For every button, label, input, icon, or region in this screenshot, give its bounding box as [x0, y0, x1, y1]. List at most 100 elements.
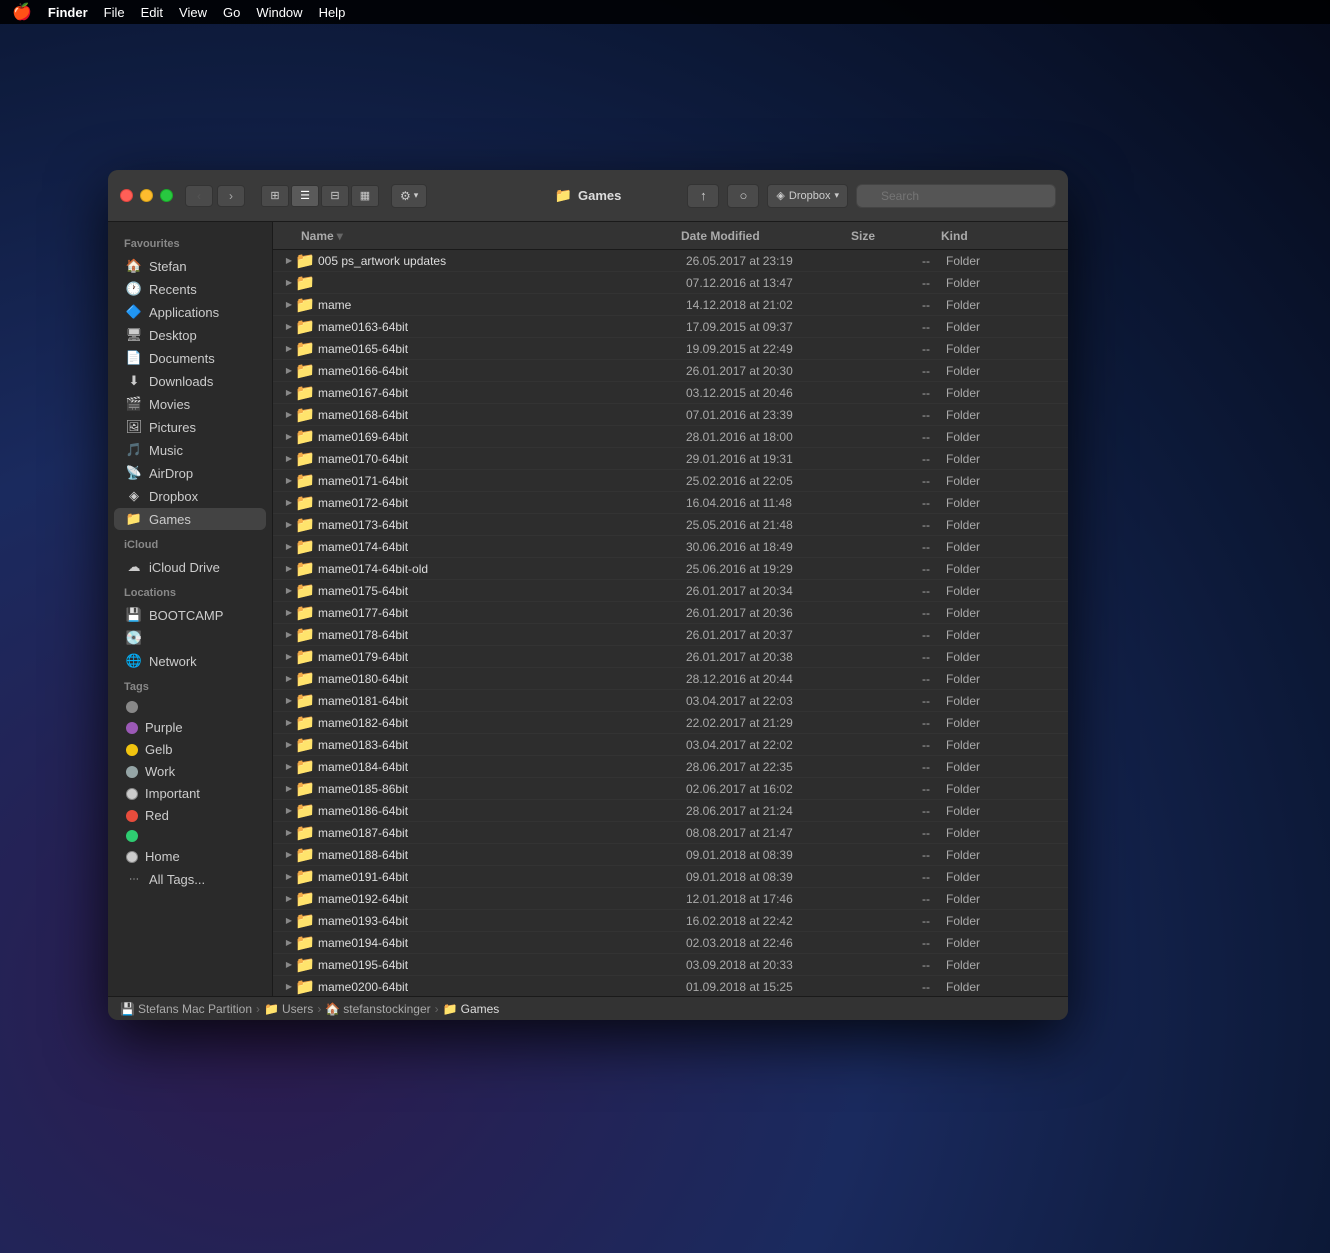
table-row[interactable]: ▶ 📁 mame0166-64bit 26.01.2017 at 20:30 -…: [273, 360, 1068, 382]
sidebar-item-games[interactable]: 📁 Games: [114, 508, 266, 530]
sidebar-item-home[interactable]: 🏠 Stefan: [114, 255, 266, 277]
sidebar-item-downloads[interactable]: ⬇ Downloads: [114, 370, 266, 392]
fullscreen-button[interactable]: [160, 189, 173, 202]
table-row[interactable]: ▶ 📁 mame0182-64bit 22.02.2017 at 21:29 -…: [273, 712, 1068, 734]
table-row[interactable]: ▶ 📁 mame0175-64bit 26.01.2017 at 20:34 -…: [273, 580, 1068, 602]
table-row[interactable]: ▶ 📁 07.12.2016 at 13:47 -- Folder: [273, 272, 1068, 294]
recents-icon: 🕐: [126, 281, 142, 297]
file-name: mame0181-64bit: [318, 694, 686, 708]
finder-menu[interactable]: Finder: [48, 5, 88, 20]
sidebar-item-disk[interactable]: 💽: [114, 627, 266, 649]
sidebar-item-tag-purple[interactable]: Purple: [114, 717, 266, 738]
sidebar-item-tag-red[interactable]: Red: [114, 805, 266, 826]
gallery-view-button[interactable]: ▦: [351, 185, 379, 207]
table-row[interactable]: ▶ 📁 mame0186-64bit 28.06.2017 at 21:24 -…: [273, 800, 1068, 822]
table-row[interactable]: ▶ 📁 mame0171-64bit 25.02.2016 at 22:05 -…: [273, 470, 1068, 492]
sidebar-item-tag-home[interactable]: Home: [114, 846, 266, 867]
table-row[interactable]: ▶ 📁 mame0174-64bit-old 25.06.2016 at 19:…: [273, 558, 1068, 580]
file-size: --: [856, 914, 946, 928]
icon-view-button[interactable]: ⊞: [261, 185, 289, 207]
table-row[interactable]: ▶ 📁 mame0192-64bit 12.01.2018 at 17:46 -…: [273, 888, 1068, 910]
table-row[interactable]: ▶ 📁 mame0179-64bit 26.01.2017 at 20:38 -…: [273, 646, 1068, 668]
close-button[interactable]: [120, 189, 133, 202]
sidebar-item-all-tags[interactable]: ⋯ All Tags...: [114, 868, 266, 890]
back-button[interactable]: ‹: [185, 185, 213, 207]
table-row[interactable]: ▶ 📁 mame0185-86bit 02.06.2017 at 16:02 -…: [273, 778, 1068, 800]
sidebar-item-label: Stefan: [149, 259, 187, 274]
column-modified-header[interactable]: Date Modified: [681, 229, 851, 243]
table-row[interactable]: ▶ 📁 mame0168-64bit 07.01.2016 at 23:39 -…: [273, 404, 1068, 426]
help-menu[interactable]: Help: [319, 5, 346, 20]
sidebar-item-applications[interactable]: 🔷 Applications: [114, 301, 266, 323]
table-row[interactable]: ▶ 📁 mame0165-64bit 19.09.2015 at 22:49 -…: [273, 338, 1068, 360]
table-row[interactable]: ▶ 📁 mame 14.12.2018 at 21:02 -- Folder: [273, 294, 1068, 316]
sidebar-item-airdrop[interactable]: 📡 AirDrop: [114, 462, 266, 484]
table-row[interactable]: ▶ 📁 mame0191-64bit 09.01.2018 at 08:39 -…: [273, 866, 1068, 888]
sidebar-item-pictures[interactable]: 🖼 Pictures: [114, 416, 266, 438]
sidebar-item-desktop[interactable]: 🖥 Desktop: [114, 324, 266, 346]
table-row[interactable]: ▶ 📁 mame0173-64bit 25.05.2016 at 21:48 -…: [273, 514, 1068, 536]
sidebar-item-tag-yellow[interactable]: Gelb: [114, 739, 266, 760]
table-row[interactable]: ▶ 📁 mame0177-64bit 26.01.2017 at 20:36 -…: [273, 602, 1068, 624]
table-row[interactable]: ▶ 📁 mame0167-64bit 03.12.2015 at 20:46 -…: [273, 382, 1068, 404]
table-row[interactable]: ▶ 📁 005 ps_artwork updates 26.05.2017 at…: [273, 250, 1068, 272]
sidebar-item-documents[interactable]: 📄 Documents: [114, 347, 266, 369]
folder-icon: 📁: [297, 341, 313, 357]
table-row[interactable]: ▶ 📁 mame0172-64bit 16.04.2016 at 11:48 -…: [273, 492, 1068, 514]
table-row[interactable]: ▶ 📁 mame0193-64bit 16.02.2018 at 22:42 -…: [273, 910, 1068, 932]
sidebar-item-dropbox[interactable]: ◈ Dropbox: [114, 485, 266, 507]
sidebar-item-tag-work[interactable]: Work: [114, 761, 266, 782]
table-row[interactable]: ▶ 📁 mame0163-64bit 17.09.2015 at 09:37 -…: [273, 316, 1068, 338]
table-row[interactable]: ▶ 📁 mame0178-64bit 26.01.2017 at 20:37 -…: [273, 624, 1068, 646]
breadcrumb-item[interactable]: 💾 Stefans Mac Partition: [120, 1002, 252, 1016]
breadcrumb-item-current[interactable]: 📁 Games: [443, 1002, 500, 1016]
edit-menu[interactable]: Edit: [141, 5, 163, 20]
table-row[interactable]: ▶ 📁 mame0183-64bit 03.04.2017 at 22:02 -…: [273, 734, 1068, 756]
sidebar-item-network[interactable]: 🌐 Network: [114, 650, 266, 672]
column-name-header[interactable]: Name ▾: [281, 229, 681, 243]
file-name: mame0170-64bit: [318, 452, 686, 466]
sidebar-item-recents[interactable]: 🕐 Recents: [114, 278, 266, 300]
table-row[interactable]: ▶ 📁 mame0174-64bit 30.06.2016 at 18:49 -…: [273, 536, 1068, 558]
column-view-button[interactable]: ⊟: [321, 185, 349, 207]
table-row[interactable]: ▶ 📁 mame0187-64bit 08.08.2017 at 21:47 -…: [273, 822, 1068, 844]
dropbox-button[interactable]: ◈ Dropbox ▾: [767, 184, 848, 208]
table-row[interactable]: ▶ 📁 mame0194-64bit 02.03.2018 at 22:46 -…: [273, 932, 1068, 954]
sidebar-item-bootcamp[interactable]: 💾 BOOTCAMP: [114, 604, 266, 626]
table-row[interactable]: ▶ 📁 mame0169-64bit 28.01.2016 at 18:00 -…: [273, 426, 1068, 448]
search-input[interactable]: [856, 184, 1056, 208]
file-kind: Folder: [946, 826, 1060, 840]
sidebar-item-tag-green[interactable]: [114, 827, 266, 845]
column-kind-header[interactable]: Kind: [941, 229, 1060, 243]
share-button[interactable]: ↑: [687, 184, 719, 208]
table-row[interactable]: ▶ 📁 mame0180-64bit 28.12.2016 at 20:44 -…: [273, 668, 1068, 690]
sidebar-item-tag-grey[interactable]: [114, 698, 266, 716]
table-row[interactable]: ▶ 📁 mame0170-64bit 29.01.2016 at 19:31 -…: [273, 448, 1068, 470]
table-row[interactable]: ▶ 📁 mame0195-64bit 03.09.2018 at 20:33 -…: [273, 954, 1068, 976]
file-modified: 26.05.2017 at 23:19: [686, 254, 856, 268]
minimize-button[interactable]: [140, 189, 153, 202]
settings-button[interactable]: ⚙ ▾: [391, 184, 427, 208]
apple-menu[interactable]: 🍎: [12, 2, 32, 22]
sidebar-item-icloud-drive[interactable]: ☁ iCloud Drive: [114, 556, 266, 578]
table-row[interactable]: ▶ 📁 mame0184-64bit 28.06.2017 at 22:35 -…: [273, 756, 1068, 778]
forward-button[interactable]: ›: [217, 185, 245, 207]
tag-button[interactable]: ○: [727, 184, 759, 208]
games-folder-icon: 📁: [126, 511, 142, 527]
table-row[interactable]: ▶ 📁 mame0181-64bit 03.04.2017 at 22:03 -…: [273, 690, 1068, 712]
sidebar-item-tag-important[interactable]: Important: [114, 783, 266, 804]
table-row[interactable]: ▶ 📁 mame0188-64bit 09.01.2018 at 08:39 -…: [273, 844, 1068, 866]
table-row[interactable]: ▶ 📁 mame0200-64bit 01.09.2018 at 15:25 -…: [273, 976, 1068, 996]
sidebar-item-label: Music: [149, 443, 183, 458]
sidebar-item-music[interactable]: 🎵 Music: [114, 439, 266, 461]
breadcrumb-item[interactable]: 📁 Users: [264, 1002, 313, 1016]
go-menu[interactable]: Go: [223, 5, 240, 20]
list-view-button[interactable]: ☰: [291, 185, 319, 207]
column-size-header[interactable]: Size: [851, 229, 941, 243]
breadcrumb-item[interactable]: 🏠 stefanstockinger: [325, 1002, 430, 1016]
file-menu[interactable]: File: [104, 5, 125, 20]
view-menu[interactable]: View: [179, 5, 207, 20]
sidebar-item-movies[interactable]: 🎬 Movies: [114, 393, 266, 415]
window-menu[interactable]: Window: [256, 5, 302, 20]
folder-icon: 📁: [297, 253, 313, 269]
